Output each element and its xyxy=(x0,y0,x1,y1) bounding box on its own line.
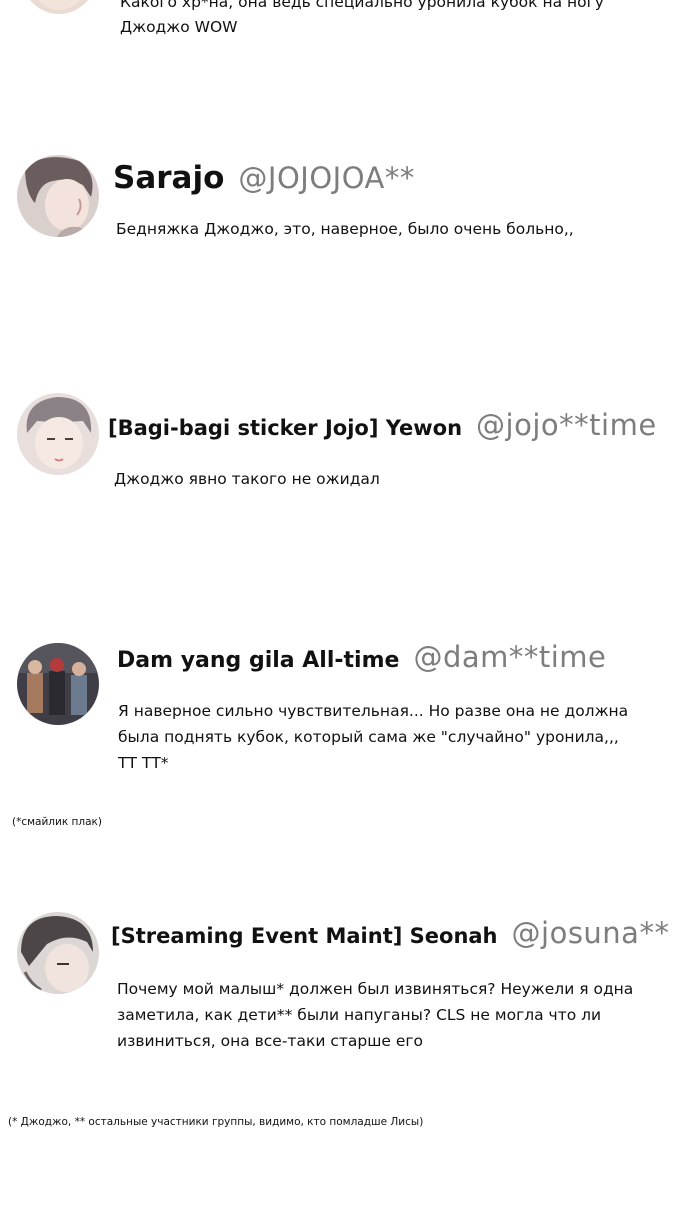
username: Dam yang gila All-time xyxy=(117,648,400,673)
avatar xyxy=(17,155,99,237)
comment-text: Бедняжка Джоджо, это, наверное, было оче… xyxy=(116,220,574,238)
user-handle: @josuna** xyxy=(511,916,670,950)
comment-text: Какого хр*на, она ведь специально уронил… xyxy=(120,0,604,36)
comment-header: [Streaming Event Maint] Seonah @josuna** xyxy=(111,916,669,950)
user-handle: @dam**time xyxy=(413,640,607,674)
comment-text: Почему мой малыш* должен был извиняться?… xyxy=(117,980,634,1050)
user-handle: @JOJOJOA** xyxy=(238,161,415,195)
avatar xyxy=(17,393,99,475)
comment-top-partial: Какого хр*на, она ведь специально уронил… xyxy=(0,0,690,44)
comment-header: [Bagi-bagi sticker Jojo] Yewon @jojo**ti… xyxy=(108,408,657,442)
username: [Streaming Event Maint] Seonah xyxy=(111,924,498,948)
username: [Bagi-bagi sticker Jojo] Yewon xyxy=(108,416,463,440)
comment-text: Джоджо явно такого не ожидал xyxy=(114,470,380,488)
user-handle: @jojo**time xyxy=(476,408,657,442)
comment-header: Sarajo @JOJOJOA** xyxy=(113,160,415,196)
username: Sarajo xyxy=(113,160,225,196)
comment-header: Dam yang gila All-time @dam**time xyxy=(117,640,606,674)
comment-text: Я наверное сильно чувствительная... Но р… xyxy=(118,702,629,772)
footnote-crying: (*смайлик плак) xyxy=(12,816,102,828)
avatar xyxy=(17,912,99,994)
avatar xyxy=(17,643,99,725)
footnote-jojo: (* Джоджо, ** остальные участники группы… xyxy=(8,1116,424,1128)
avatar xyxy=(22,0,96,14)
